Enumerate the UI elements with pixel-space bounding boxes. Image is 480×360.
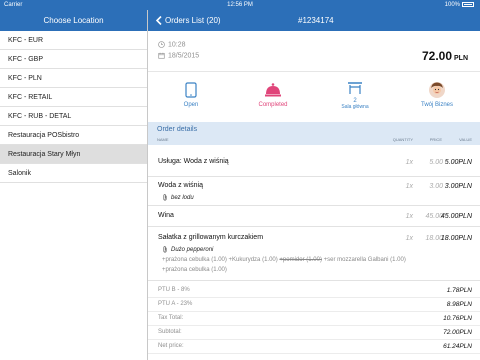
status-open-label: Open xyxy=(183,102,199,108)
total-label: Net price: xyxy=(158,343,184,349)
back-button[interactable]: Orders List (20) xyxy=(155,10,221,31)
location-item[interactable]: Restauracja POSbistro xyxy=(0,126,147,145)
status-open[interactable]: Open xyxy=(156,78,226,108)
sidebar-header: Choose Location xyxy=(0,10,147,31)
status-completed[interactable]: Completed xyxy=(238,78,308,108)
total-row: Subtotal: 72.00PLN xyxy=(148,326,480,340)
item-quantity: 1x xyxy=(405,159,413,166)
total-row: Net price: 61.24PLN xyxy=(148,340,480,354)
item-value: 45.00PLN xyxy=(440,213,472,220)
paperclip-icon xyxy=(163,246,167,253)
order-items: Usługa: Woda z wiśnią 1x 5.00 5.00PLN Wo… xyxy=(148,145,480,281)
total-row: Tax Total: 10.76PLN xyxy=(148,312,480,326)
modifier: +Kukurydza (1.00) xyxy=(228,257,278,263)
total-value: 72.00PLN xyxy=(443,329,472,336)
battery-icon xyxy=(462,1,474,7)
tablet-icon xyxy=(185,82,197,98)
item-name: Sałatka z grillowanym kurczakiem xyxy=(158,234,264,241)
location-item[interactable]: KFC - GBP xyxy=(0,50,147,69)
order-details-title: Order details xyxy=(157,126,198,133)
chevron-left-icon xyxy=(155,16,162,26)
modifier-removed: +pomidor (1.00) xyxy=(279,257,322,263)
location-item[interactable]: Salonik xyxy=(0,164,147,183)
status-business-label: Twój Biznes xyxy=(420,102,453,108)
status-completed-label: Completed xyxy=(258,102,288,108)
order-item-row[interactable]: Woda z wiśnią 1x 3.00 3.00PLN bez lodu xyxy=(148,177,480,206)
item-note-text: Dużo pepperoni xyxy=(171,247,214,254)
order-time-label: 10:28 xyxy=(168,41,186,49)
item-quantity: 1x xyxy=(405,213,413,220)
modifier: +ser mozzarella Galbani (1.00) xyxy=(323,257,406,263)
column-header-quantity: QUANTITY xyxy=(392,137,413,142)
order-time: 10:28 xyxy=(158,41,186,48)
item-name: Wina xyxy=(158,212,174,219)
sidebar-title: Choose Location xyxy=(43,16,104,25)
order-total: 72.00 PLN xyxy=(422,49,468,63)
item-quantity: 1x xyxy=(405,183,413,190)
item-quantity: 1x xyxy=(405,235,413,242)
status-business[interactable]: Twój Biznes xyxy=(402,78,472,108)
total-row: PTU A - 23% 8.98PLN xyxy=(148,298,480,312)
location-item[interactable]: KFC - RUB - DETAL xyxy=(0,107,147,126)
item-name: Usługa: Woda z wiśnią xyxy=(158,158,229,165)
total-row: PTU B - 8% 1.78PLN xyxy=(148,284,480,298)
order-date: 18/5/2015 xyxy=(158,52,199,59)
order-item-row[interactable]: Usługa: Woda z wiśnią 1x 5.00 5.00PLN xyxy=(148,145,480,177)
modifier: +prażona cebulka (1.00) xyxy=(162,267,227,273)
item-value: 3.00PLN xyxy=(444,183,472,190)
total-label: PTU A - 23% xyxy=(158,301,193,307)
location-item-selected[interactable]: Restauracja Stary Młyn xyxy=(0,145,147,164)
status-bar: Carrier 12:56 PM 100% xyxy=(0,0,480,10)
calendar-icon xyxy=(158,52,165,59)
location-item[interactable]: KFC - PLN xyxy=(0,69,147,88)
column-header-value: VALUE xyxy=(459,137,472,142)
item-price: 3.00 xyxy=(429,183,443,190)
location-list: KFC - EUR KFC - GBP KFC - PLN KFC - RETA… xyxy=(0,31,147,183)
status-table-label: Sala główna xyxy=(341,104,369,110)
total-value: 61.24PLN xyxy=(443,343,472,350)
item-note-text: bez lodu xyxy=(171,195,194,202)
location-item[interactable]: KFC - EUR xyxy=(0,31,147,50)
person-avatar-icon xyxy=(429,82,445,98)
item-name: Woda z wiśnią xyxy=(158,182,204,189)
item-note: bez lodu xyxy=(162,194,194,201)
order-details-header: Order details NAME QUANTITY PRICE VALUE xyxy=(148,122,480,145)
location-item[interactable]: KFC - RETAIL xyxy=(0,88,147,107)
back-label: Orders List (20) xyxy=(165,16,221,25)
total-value: 1.78PLN xyxy=(446,287,472,294)
order-item-row[interactable]: Wina 1x 45.00 45.00PLN xyxy=(148,206,480,227)
column-header-name: NAME xyxy=(157,137,169,142)
item-modifiers-line2: +prażona cebulka (1.00) xyxy=(162,267,227,273)
clock-label: 12:56 PM xyxy=(227,2,253,8)
order-item-row[interactable]: Sałatka z grillowanym kurczakiem 1x 18.0… xyxy=(148,227,480,281)
item-value: 18.00PLN xyxy=(440,235,472,242)
total-label: Tax Total: xyxy=(158,315,184,321)
order-totals: PTU B - 8% 1.78PLN PTU A - 23% 8.98PLN Tax… xyxy=(148,284,480,354)
total-value: 8.98PLN xyxy=(446,301,472,308)
modifier: +prażona cebulka (1.00) xyxy=(162,257,227,263)
item-note: Dużo pepperoni xyxy=(162,246,213,253)
status-table[interactable]: 2 Sala główna xyxy=(320,76,390,110)
item-price: 5.00 xyxy=(429,159,443,166)
order-header: Orders List (20) #1234174 xyxy=(148,10,480,31)
column-header-price: PRICE xyxy=(429,137,442,142)
item-value: 5.00PLN xyxy=(444,159,472,166)
order-date-label: 18/5/2015 xyxy=(168,52,200,60)
battery-indicator: 100% xyxy=(445,0,474,10)
order-total-amount: 72.00 xyxy=(421,49,452,63)
item-modifiers: +prażona cebulka (1.00) +Kukurydza (1.00… xyxy=(162,257,406,263)
status-row: Open Completed 2 Sala główna Twój Biznes xyxy=(148,72,480,122)
order-number: #1234174 xyxy=(298,16,334,25)
order-total-currency: PLN xyxy=(454,55,468,62)
total-label: Subtotal: xyxy=(158,329,182,335)
total-label: PTU B - 8% xyxy=(158,287,190,293)
order-summary: 10:28 18/5/2015 72.00 PLN xyxy=(148,31,480,71)
table-icon xyxy=(348,82,362,94)
battery-percent: 100% xyxy=(444,2,460,8)
paperclip-icon xyxy=(163,194,167,201)
clock-icon xyxy=(158,41,165,48)
total-value: 10.76PLN xyxy=(443,315,472,322)
service-bell-icon xyxy=(265,83,281,97)
